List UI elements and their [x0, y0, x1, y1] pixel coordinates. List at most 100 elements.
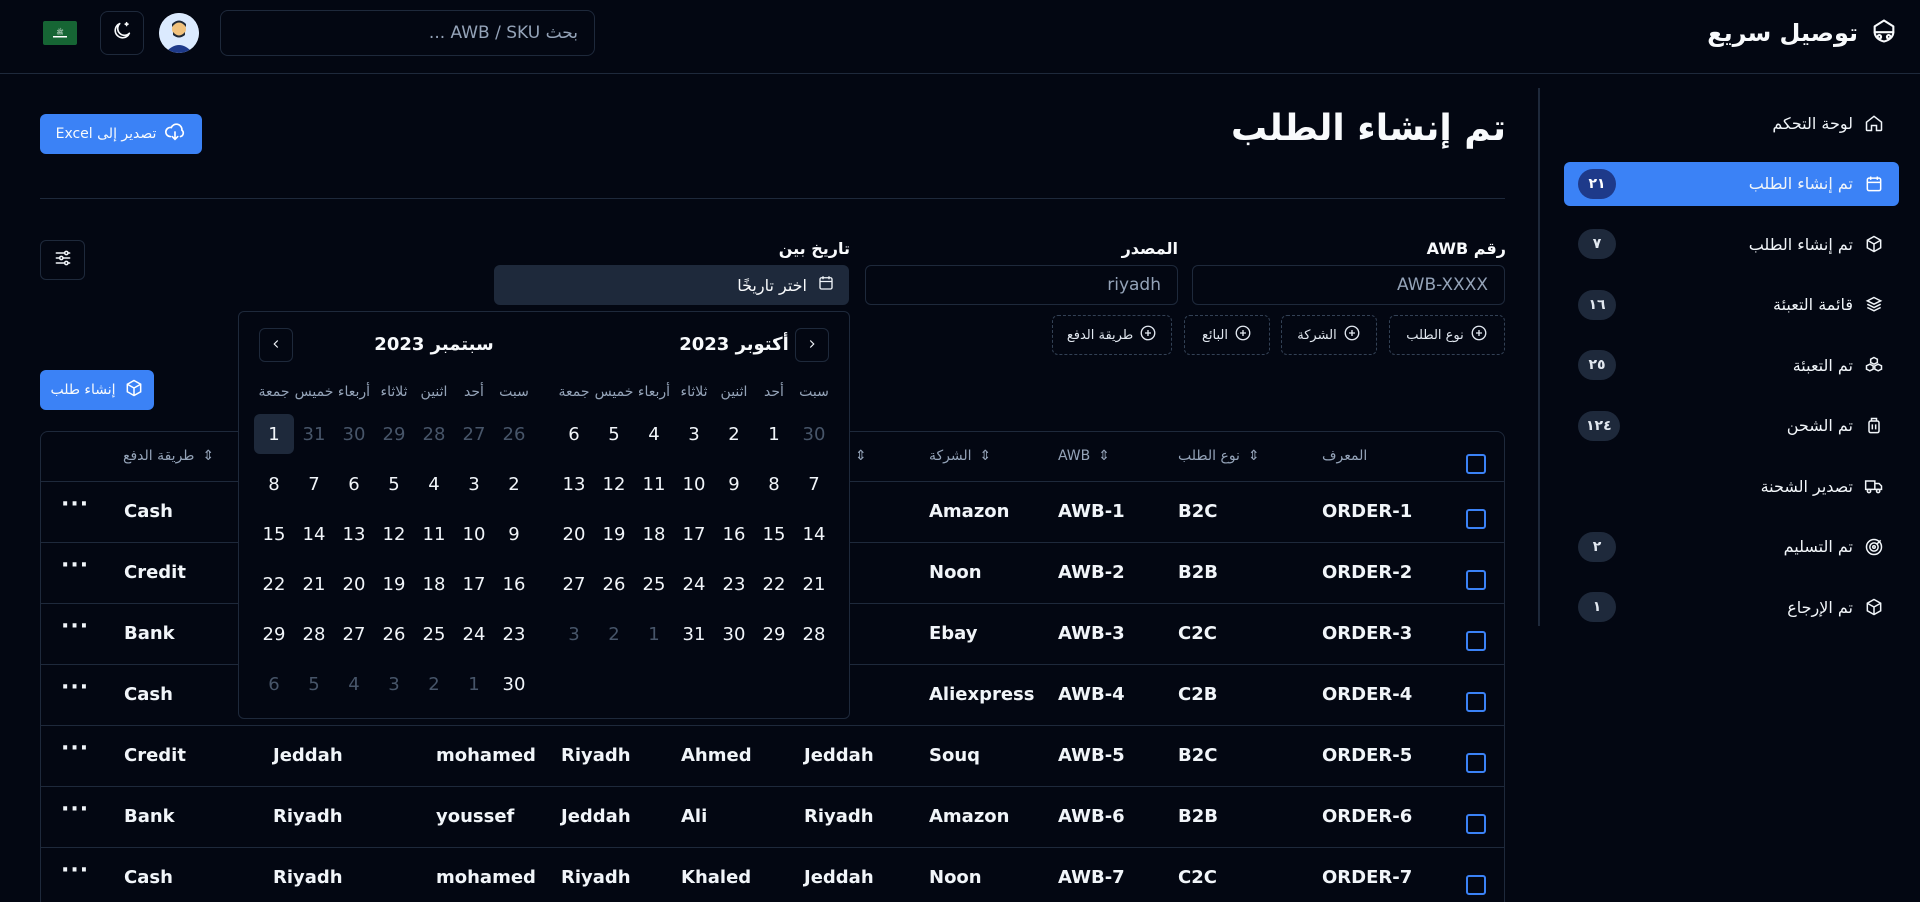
table-row[interactable]: ORDER-5 B2C AWB-5 Souq Jeddah Ahmed Riyadh moha… — [41, 726, 1504, 787]
chip-payment-method[interactable]: طريقة الدفع — [1052, 315, 1172, 355]
calendar-day[interactable]: 8 — [754, 464, 794, 504]
calendar-day[interactable]: 3 — [454, 464, 494, 504]
calendar-day[interactable]: 30 — [794, 414, 834, 454]
filter-settings-button[interactable] — [40, 240, 85, 280]
calendar-day[interactable]: 16 — [494, 564, 534, 604]
calendar-day[interactable]: 4 — [414, 464, 454, 504]
calendar-day[interactable]: 10 — [674, 464, 714, 504]
sidebar-item-packed[interactable]: تم التعبئة ٢٥ — [1564, 343, 1899, 387]
calendar-day[interactable]: 3 — [374, 664, 414, 704]
calendar-day[interactable]: 25 — [634, 564, 674, 604]
calendar-day[interactable]: 6 — [334, 464, 374, 504]
sidebar-item-returned[interactable]: تم الإرجاع ١ — [1564, 585, 1899, 629]
calendar-day[interactable]: 17 — [454, 564, 494, 604]
row-actions-button[interactable]: ··· — [61, 675, 89, 700]
calendar-day[interactable]: 5 — [594, 414, 634, 454]
calendar-day[interactable]: 1 — [254, 414, 294, 454]
calendar-day[interactable]: 2 — [414, 664, 454, 704]
calendar-day[interactable]: 11 — [634, 464, 674, 504]
calendar-day[interactable]: 5 — [374, 464, 414, 504]
calendar-day[interactable]: 28 — [294, 614, 334, 654]
source-input[interactable]: riyadh — [865, 265, 1178, 305]
calendar-day[interactable]: 25 — [414, 614, 454, 654]
calendar-day[interactable]: 30 — [494, 664, 534, 704]
calendar-day[interactable]: 14 — [294, 514, 334, 554]
calendar-day[interactable]: 26 — [494, 414, 534, 454]
header-awb[interactable]: AWB ⇕ — [1058, 448, 1110, 464]
calendar-day[interactable]: 26 — [594, 564, 634, 604]
row-checkbox[interactable] — [1466, 875, 1486, 895]
calendar-day[interactable]: 3 — [674, 414, 714, 454]
export-excel-button[interactable]: تصدير إلى Excel — [40, 114, 202, 154]
sidebar-item-order-created-2[interactable]: تم إنشاء الطلب ٧ — [1564, 222, 1899, 266]
calendar-day[interactable]: 11 — [414, 514, 454, 554]
row-actions-button[interactable]: ··· — [61, 858, 89, 883]
calendar-day[interactable]: 29 — [254, 614, 294, 654]
calendar-day[interactable]: 8 — [254, 464, 294, 504]
header-order-type[interactable]: نوع الطلب ⇕ — [1178, 448, 1260, 464]
chip-company[interactable]: الشركة — [1281, 315, 1377, 355]
calendar-day[interactable]: 29 — [374, 414, 414, 454]
calendar-day[interactable]: 2 — [494, 464, 534, 504]
calendar-day[interactable]: 27 — [334, 614, 374, 654]
header-id[interactable]: المعرف — [1322, 448, 1367, 464]
calendar-day[interactable]: 28 — [794, 614, 834, 654]
calendar-day[interactable]: 18 — [634, 514, 674, 554]
calendar-day[interactable]: 5 — [294, 664, 334, 704]
calendar-day[interactable]: 13 — [554, 464, 594, 504]
row-actions-button[interactable]: ··· — [61, 492, 89, 517]
calendar-day[interactable]: 23 — [714, 564, 754, 604]
calendar-day[interactable]: 31 — [674, 614, 714, 654]
calendar-day[interactable]: 2 — [714, 414, 754, 454]
calendar-day[interactable]: 6 — [554, 414, 594, 454]
calendar-day[interactable]: 21 — [794, 564, 834, 604]
row-checkbox[interactable] — [1466, 814, 1486, 834]
awb-input[interactable]: AWB-XXXX — [1192, 265, 1505, 305]
chip-seller[interactable]: البائع — [1184, 315, 1270, 355]
sidebar-item-shipped[interactable]: تم الشحن ١٢٤ — [1564, 404, 1899, 448]
calendar-day[interactable]: 24 — [674, 564, 714, 604]
table-row[interactable]: ORDER-6 B2B AWB-6 Amazon Riyadh Ali Jeddah yous… — [41, 787, 1504, 848]
calendar-day[interactable]: 16 — [714, 514, 754, 554]
calendar-day[interactable]: 19 — [594, 514, 634, 554]
calendar-day[interactable]: 21 — [294, 564, 334, 604]
row-checkbox[interactable] — [1466, 753, 1486, 773]
row-actions-button[interactable]: ··· — [61, 553, 89, 578]
sidebar-item-delivered[interactable]: تم التسليم ٢ — [1564, 525, 1899, 569]
calendar-day[interactable]: 19 — [374, 564, 414, 604]
row-checkbox[interactable] — [1466, 631, 1486, 651]
theme-toggle-button[interactable] — [100, 11, 144, 55]
row-actions-button[interactable]: ··· — [61, 736, 89, 761]
calendar-day[interactable]: 4 — [334, 664, 374, 704]
calendar-day[interactable]: 14 — [794, 514, 834, 554]
sidebar-item-packing-list[interactable]: قائمة التعبئة ١٦ — [1564, 283, 1899, 327]
calendar-day[interactable]: 27 — [454, 414, 494, 454]
calendar-day[interactable]: 15 — [754, 514, 794, 554]
create-order-button[interactable]: إنشاء طلب — [40, 370, 154, 410]
chip-order-type[interactable]: نوع الطلب — [1389, 315, 1505, 355]
calendar-day[interactable]: 28 — [414, 414, 454, 454]
calendar-day[interactable]: 9 — [714, 464, 754, 504]
search-input[interactable]: بحث AWB / SKU ... — [220, 10, 595, 56]
calendar-day[interactable]: 18 — [414, 564, 454, 604]
date-picker-button[interactable]: اختر تاريخًا — [494, 265, 849, 305]
saudi-flag-icon[interactable]: ﷺ — [43, 21, 77, 45]
calendar-day[interactable]: 26 — [374, 614, 414, 654]
row-checkbox[interactable] — [1466, 692, 1486, 712]
calendar-day[interactable]: 12 — [594, 464, 634, 504]
brand[interactable]: توصيل سريع — [1707, 16, 1898, 50]
calendar-day[interactable]: 24 — [454, 614, 494, 654]
calendar-day[interactable]: 30 — [714, 614, 754, 654]
avatar[interactable] — [159, 13, 199, 53]
calendar-day[interactable]: 20 — [554, 514, 594, 554]
sidebar-item-dashboard[interactable]: لوحة التحكم — [1564, 101, 1899, 145]
row-checkbox[interactable] — [1466, 509, 1486, 529]
select-all-checkbox[interactable] — [1466, 454, 1486, 474]
calendar-day[interactable]: 22 — [754, 564, 794, 604]
calendar-day[interactable]: 23 — [494, 614, 534, 654]
header-payment-method[interactable]: طريقة الدفع ⇕ — [123, 448, 214, 464]
calendar-day[interactable]: 9 — [494, 514, 534, 554]
calendar-day[interactable]: 29 — [754, 614, 794, 654]
calendar-day[interactable]: 30 — [334, 414, 374, 454]
header-company[interactable]: الشركة ⇕ — [929, 448, 991, 464]
